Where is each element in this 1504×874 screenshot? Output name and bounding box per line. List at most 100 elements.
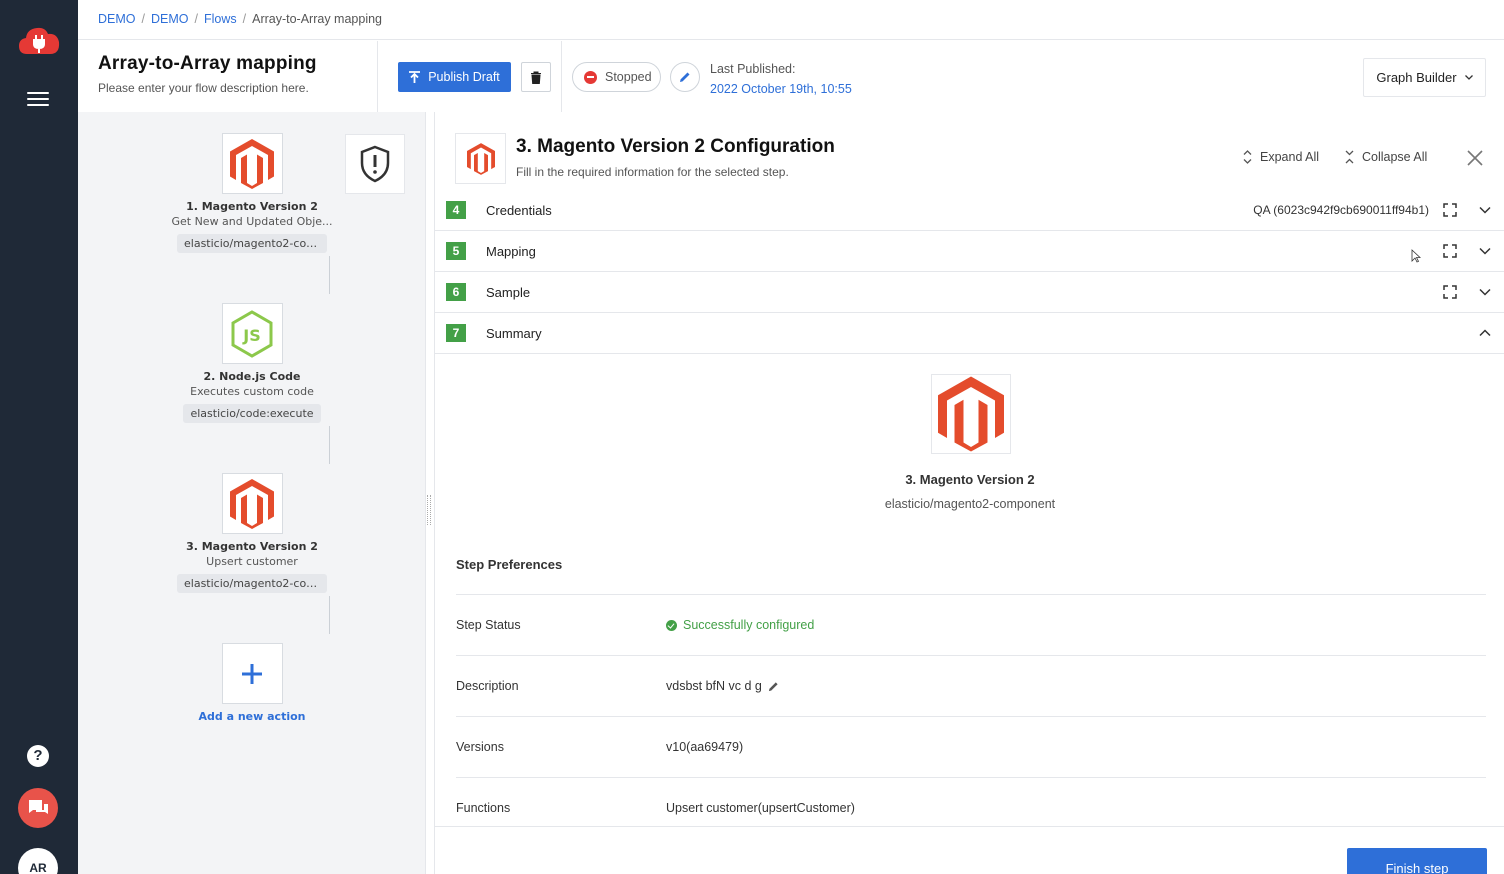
step-row-summary[interactable]: 7 Summary [435, 313, 1504, 354]
node-name: 2. Node.js Code [203, 370, 301, 383]
step-icon [455, 133, 506, 184]
avatar[interactable]: AR [18, 848, 58, 874]
trash-icon [531, 71, 541, 84]
view-mode-label: Graph Builder [1376, 70, 1457, 85]
node-connector [329, 256, 330, 294]
panel-subtitle: Fill in the required information for the… [516, 165, 789, 179]
expand-all-button[interactable]: Expand All [1243, 150, 1319, 164]
node-tile[interactable] [221, 133, 283, 194]
add-action-node[interactable]: Add a new action [157, 643, 347, 723]
panel-resize-handle[interactable] [427, 495, 431, 525]
magento-logo-icon [230, 138, 274, 189]
pencil-icon[interactable] [768, 681, 779, 692]
breadcrumb-flows[interactable]: Flows [204, 12, 237, 26]
panel-title: 3. Magento Version 2 Configuration [516, 136, 835, 157]
collapse-all-label: Collapse All [1362, 150, 1428, 164]
step-label[interactable]: Credentials [486, 203, 552, 218]
flow-status-toggle[interactable]: Stopped [572, 62, 661, 92]
description-text: vdsbst bfN vc d g [666, 679, 762, 693]
divider [456, 655, 1486, 656]
chevron-down-icon[interactable] [1478, 244, 1492, 258]
node-connector [329, 426, 330, 464]
step-status-value: Successfully configured [666, 618, 814, 632]
last-published-value[interactable]: 2022 October 19th, 10:55 [710, 79, 852, 99]
edit-button[interactable] [670, 62, 700, 92]
chevron-up-icon[interactable] [1478, 326, 1492, 340]
breadcrumb-separator: / [141, 12, 145, 26]
step-config-panel: 3. Magento Version 2 Configuration Fill … [434, 112, 1504, 874]
chevron-down-icon[interactable] [1478, 285, 1492, 299]
step-label[interactable]: Summary [486, 326, 542, 341]
node-tile[interactable]: JS [221, 303, 283, 364]
divider [561, 41, 562, 112]
step-row-sample[interactable]: 6 Sample [435, 272, 1504, 313]
pref-key-description: Description [456, 679, 519, 693]
upload-icon [409, 71, 421, 83]
step-number-badge: 7 [446, 324, 466, 342]
flow-description[interactable]: Please enter your flow description here. [98, 81, 357, 95]
step-number-badge: 5 [446, 242, 466, 260]
node-description: Get New and Updated Obje... [171, 215, 333, 228]
step-label[interactable]: Sample [486, 285, 530, 300]
pencil-icon [680, 72, 690, 82]
node-connector [329, 596, 330, 634]
functions-value: Upsert customer(upsertCustomer) [666, 801, 855, 815]
flow-status-label: Stopped [605, 70, 652, 84]
app-rail: ? AR [0, 0, 78, 874]
cloud-logo-icon[interactable] [17, 24, 61, 58]
breadcrumb-separator: / [194, 12, 198, 26]
flow-node-1[interactable]: 1. Magento Version 2 Get New and Updated… [157, 133, 347, 256]
fullscreen-icon[interactable] [1443, 244, 1457, 258]
finish-step-button[interactable]: Finish step [1347, 848, 1487, 874]
divider [456, 777, 1486, 778]
breadcrumb-project[interactable]: DEMO [151, 12, 189, 26]
component-id: elasticio/magento2-component [884, 497, 1056, 511]
node-tile[interactable] [221, 473, 283, 534]
close-icon[interactable] [1465, 148, 1485, 168]
publish-draft-button[interactable]: Publish Draft [398, 62, 511, 92]
nodejs-logo-icon: JS [231, 309, 273, 358]
publish-draft-label: Publish Draft [428, 70, 500, 84]
chevron-down-icon[interactable] [1478, 203, 1492, 217]
node-name: 3. Magento Version 2 [186, 540, 318, 553]
check-circle-icon [666, 619, 677, 631]
flow-canvas[interactable]: 1. Magento Version 2 Get New and Updated… [78, 112, 426, 874]
help-icon[interactable]: ? [27, 745, 49, 767]
shield-icon[interactable] [345, 134, 405, 194]
panel-header: 3. Magento Version 2 Configuration Fill … [435, 112, 1504, 202]
step-label[interactable]: Mapping [486, 244, 536, 259]
step-row-mapping[interactable]: 5 Mapping [435, 231, 1504, 272]
versions-value: v10(aa69479) [666, 740, 744, 754]
pref-key-status: Step Status [456, 618, 521, 632]
pref-key-versions: Versions [456, 740, 504, 754]
node-description: Executes custom code [190, 385, 314, 398]
step-row-credentials[interactable]: 4 Credentials QA (6023c942f9cb690011ff94… [435, 190, 1504, 231]
step-number-badge: 4 [446, 201, 466, 219]
svg-text:JS: JS [242, 326, 260, 345]
node-component-badge: elasticio/magento2-com... [177, 574, 327, 593]
view-mode-dropdown[interactable]: Graph Builder [1363, 58, 1486, 97]
divider [456, 716, 1486, 717]
expand-icon [1243, 150, 1252, 164]
node-name: 1. Magento Version 2 [186, 200, 318, 213]
breadcrumb-workspace[interactable]: DEMO [98, 12, 136, 26]
stopped-icon [584, 70, 597, 84]
summary-section: 3. Magento Version 2 elasticio/magento2-… [435, 354, 1504, 874]
hamburger-menu-icon[interactable] [27, 92, 49, 108]
breadcrumb: DEMO / DEMO / Flows / Array-to-Array mapping [78, 0, 1504, 40]
delete-button[interactable] [521, 62, 551, 92]
add-action-button[interactable] [221, 643, 283, 704]
step-number-badge: 6 [446, 283, 466, 301]
fullscreen-icon[interactable] [1443, 203, 1457, 217]
flow-node-2[interactable]: JS 2. Node.js Code Executes custom code … [157, 303, 347, 426]
add-action-label[interactable]: Add a new action [157, 710, 347, 723]
flow-node-3[interactable]: 3. Magento Version 2 Upsert customer ela… [157, 473, 347, 596]
node-component-badge: elasticio/code:execute [183, 404, 321, 423]
chat-icon[interactable] [18, 788, 58, 828]
flow-title[interactable]: Array-to-Array mapping [98, 53, 357, 75]
collapse-all-button[interactable]: Collapse All [1345, 150, 1427, 164]
fullscreen-icon[interactable] [1443, 285, 1457, 299]
component-name: 3. Magento Version 2 [905, 472, 1035, 487]
node-component-badge: elasticio/magento2-com... [177, 234, 327, 253]
divider [456, 594, 1486, 595]
